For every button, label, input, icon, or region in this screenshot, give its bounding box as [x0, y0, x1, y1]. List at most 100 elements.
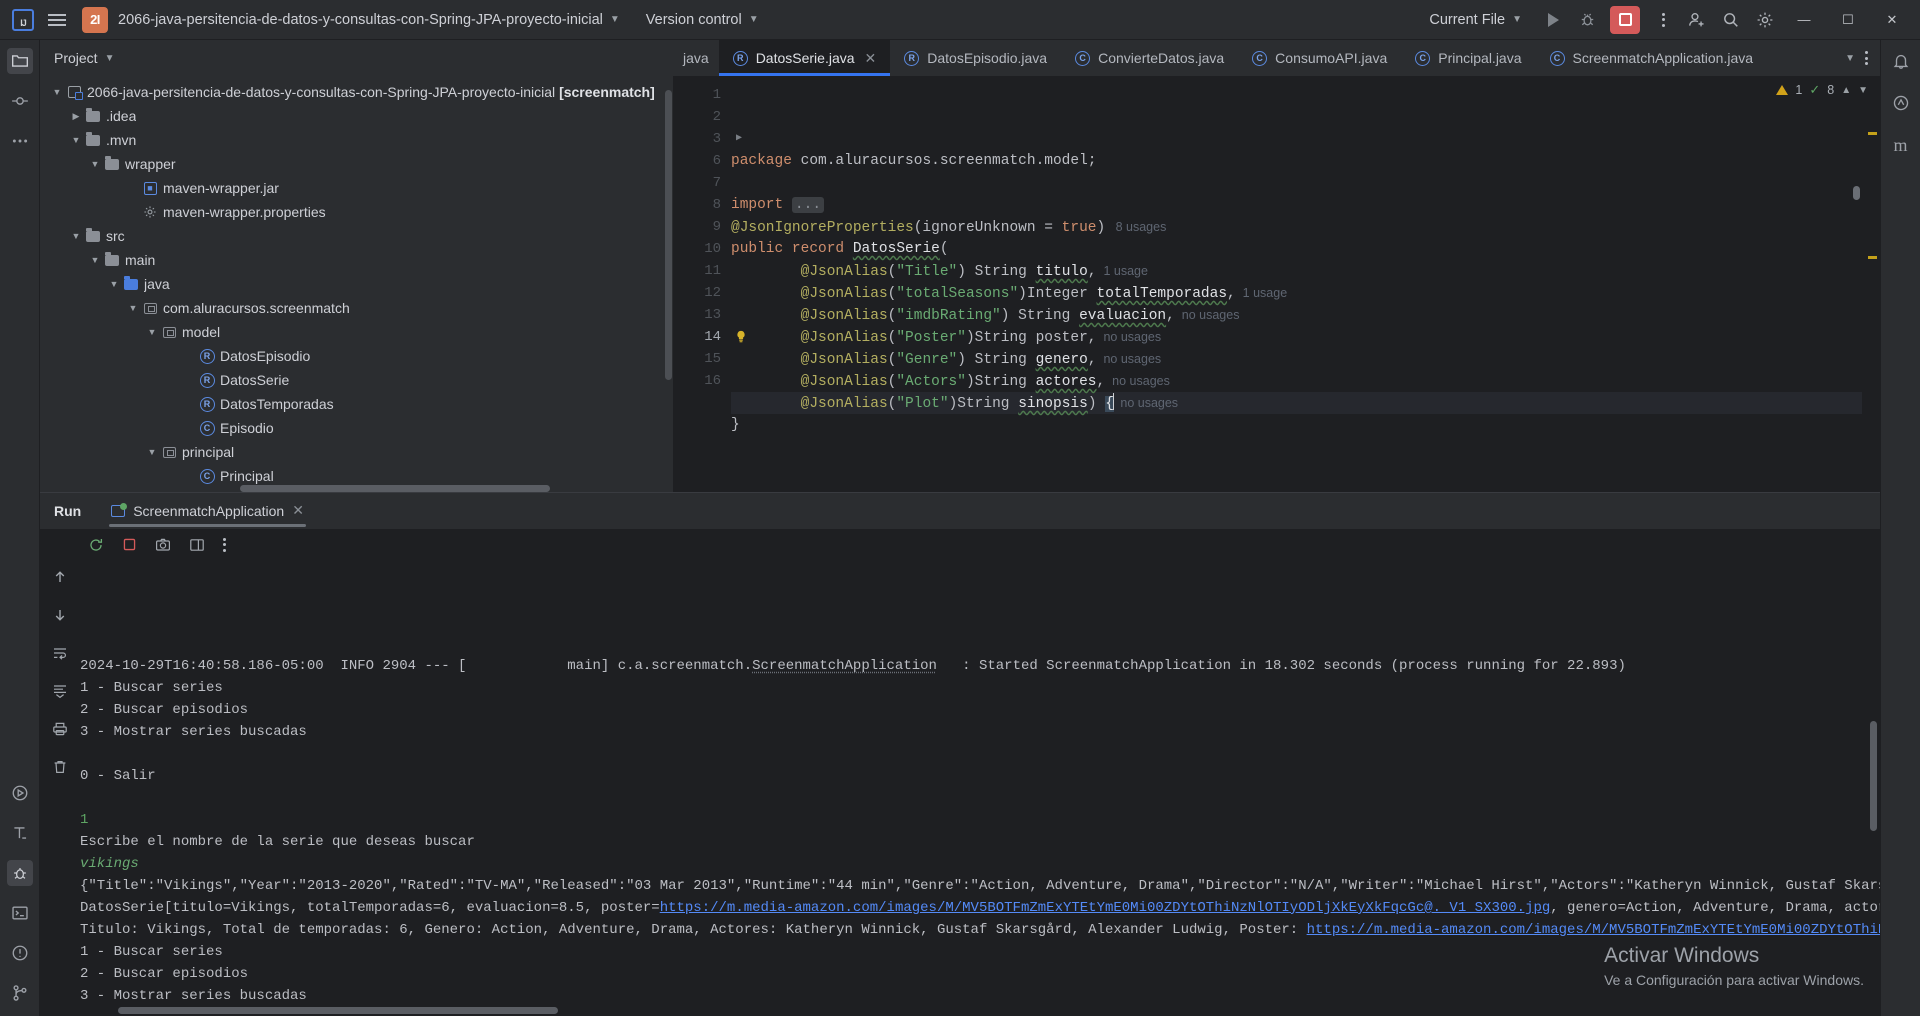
code-line[interactable]: @JsonAlias("Genre") String genero, no us… — [731, 348, 1862, 370]
code-line[interactable]: @JsonAlias("Actors")String actores, no u… — [731, 370, 1862, 392]
maximize-window-button[interactable]: ☐ — [1826, 1, 1870, 39]
code-line[interactable]: @JsonAlias("Poster")String poster, no us… — [731, 326, 1862, 348]
tree-node[interactable]: R DatosSerie — [40, 368, 673, 392]
main-menu-hamburger-icon[interactable] — [40, 5, 74, 35]
tree-node[interactable]: ▼ principal — [40, 440, 673, 464]
tree-chevron-right-icon[interactable]: ▶ — [69, 111, 83, 122]
maven-button[interactable]: m — [1888, 132, 1914, 158]
stop-run-button[interactable] — [122, 537, 137, 552]
tree-chevron-down-icon[interactable]: ▼ — [69, 135, 83, 145]
tree-node[interactable]: ▼ model — [40, 320, 673, 344]
tree-node[interactable]: ▼ main — [40, 248, 673, 272]
account-button[interactable] — [1680, 5, 1714, 35]
code-editor[interactable]: 1 2 3 ▶ 6 7 8 9 10 11 12 13 14 15 16 package com.alura… — [673, 76, 1880, 492]
print-button[interactable] — [52, 721, 68, 742]
project-tree[interactable]: ▼ 2066-java-persitencia-de-datos-y-consul… — [40, 76, 673, 492]
code-line[interactable]: package com.aluracursos.screenmatch.mode… — [731, 150, 1862, 172]
console-horizontal-scrollbar[interactable] — [118, 1007, 558, 1014]
rerun-button[interactable] — [88, 537, 104, 553]
scroll-down-button[interactable] — [52, 607, 68, 628]
soft-wrap-button[interactable] — [52, 645, 68, 666]
more-actions-button[interactable] — [1646, 5, 1680, 35]
tree-node[interactable]: C Episodio — [40, 416, 673, 440]
scroll-up-button[interactable] — [52, 569, 68, 590]
run-tool-button[interactable] — [7, 780, 33, 806]
editor-tab[interactable]: C ScreenmatchApplication.java — [1536, 40, 1768, 76]
more-tool-windows-button[interactable] — [7, 128, 33, 154]
tab-options-kebab-icon[interactable] — [1865, 51, 1868, 65]
editor-tab-partial[interactable]: java — [673, 40, 719, 76]
run-config-chevron-down-icon[interactable]: ▼ — [1512, 14, 1522, 25]
inspection-marker[interactable] — [1868, 256, 1877, 259]
problems-tool-button[interactable] — [7, 940, 33, 966]
gutter-line-number[interactable]: 16 — [673, 370, 731, 392]
gutter-line-number[interactable]: 8 — [673, 194, 731, 216]
clear-console-button[interactable] — [52, 759, 68, 780]
code-line[interactable] — [731, 436, 1862, 458]
tree-node[interactable]: ▼ wrapper — [40, 152, 673, 176]
tree-chevron-down-icon[interactable]: ▼ — [126, 303, 140, 313]
tree-node[interactable]: R DatosTemporadas — [40, 392, 673, 416]
run-more-button[interactable] — [223, 537, 226, 552]
gutter-line-number[interactable]: 1 — [673, 84, 731, 106]
gutter-line-number[interactable]: 15 — [673, 348, 731, 370]
tree-chevron-down-icon[interactable]: ▼ — [88, 159, 102, 169]
run-button[interactable] — [1536, 5, 1570, 35]
project-tool-button[interactable] — [6, 48, 33, 74]
editor-tab[interactable]: R DatosSerie.java ✕ — [718, 40, 891, 76]
code-line[interactable]: @JsonIgnoreProperties(ignoreUnknown = tr… — [731, 216, 1862, 238]
tree-node[interactable]: ▶ .idea — [40, 104, 673, 128]
project-panel-header[interactable]: Project ▼ — [40, 40, 673, 76]
inspection-summary[interactable]: 1 ✓ 8 ▲ ▼ — [1776, 82, 1868, 98]
inspection-strip[interactable] — [1862, 76, 1880, 492]
console-output[interactable]: 2024-10-29T16:40:58.186-05:00 INFO 2904 … — [80, 561, 1880, 1016]
gutter-line-number[interactable]: 9 — [673, 216, 731, 238]
tree-node[interactable]: maven-wrapper.properties — [40, 200, 673, 224]
project-vertical-scrollbar[interactable] — [665, 90, 672, 380]
run-tab-close-icon[interactable]: ✕ — [292, 502, 304, 519]
search-everywhere-button[interactable] — [1714, 5, 1748, 35]
code-line[interactable]: @JsonAlias("Plot")String sinopsis) { no … — [731, 392, 1862, 414]
editor-tab-close-icon[interactable]: ✕ — [865, 50, 877, 67]
gutter-line-number[interactable]: 10 — [673, 238, 731, 260]
version-control-label[interactable]: Version control — [646, 12, 742, 28]
code-line[interactable]: import ... — [731, 194, 1862, 216]
tree-node[interactable]: ▼ src — [40, 224, 673, 248]
gutter-line-number[interactable]: 3 ▶ — [673, 128, 742, 150]
gutter-line-number[interactable]: 12 — [673, 282, 731, 304]
console-vertical-scrollbar[interactable] — [1870, 720, 1877, 831]
code-line[interactable] — [731, 172, 1862, 194]
tree-node[interactable]: ■ maven-wrapper.jar — [40, 176, 673, 200]
tree-node[interactable]: ▼ com.aluracursos.screenmatch — [40, 296, 673, 320]
tree-chevron-down-icon[interactable]: ▼ — [69, 231, 83, 241]
close-window-button[interactable]: ✕ — [1870, 1, 1914, 39]
terminal-tool-button[interactable] — [7, 900, 33, 926]
inspection-prev-icon[interactable]: ▲ — [1841, 85, 1851, 96]
gutter-line-number[interactable]: 2 — [673, 106, 731, 128]
code-line[interactable]: public record DatosSerie( — [731, 238, 1862, 260]
project-panel-chevron-down-icon[interactable]: ▼ — [105, 53, 115, 64]
tree-chevron-down-icon[interactable]: ▼ — [88, 255, 102, 265]
debug-button[interactable] — [1570, 5, 1604, 35]
tree-chevron-down-icon[interactable]: ▼ — [107, 279, 121, 289]
editor-tab[interactable]: C Principal.java — [1401, 40, 1535, 76]
editor-tab-bar[interactable]: java R DatosSerie.java ✕ R DatosEpisodio.java… — [673, 40, 1880, 76]
git-branch-button[interactable] — [7, 980, 33, 1006]
inspection-marker[interactable] — [1868, 132, 1877, 135]
stop-button[interactable] — [1608, 5, 1642, 35]
tree-chevron-down-icon[interactable]: ▼ — [50, 87, 64, 97]
tree-chevron-down-icon[interactable]: ▼ — [145, 447, 159, 457]
tree-node[interactable]: ▼ 2066-java-persitencia-de-datos-y-consul… — [40, 80, 673, 104]
run-configuration-label[interactable]: Current File — [1429, 12, 1505, 28]
intellij-logo-icon[interactable]: IJ — [6, 5, 40, 35]
notifications-button[interactable] — [1888, 48, 1914, 74]
editor-vertical-scrollbar[interactable] — [1853, 186, 1860, 200]
debug-tool-button[interactable] — [6, 860, 33, 886]
settings-button[interactable] — [1748, 5, 1782, 35]
minimize-window-button[interactable]: — — [1782, 1, 1826, 39]
vcs-chevron-down-icon[interactable]: ▼ — [749, 14, 759, 25]
code-line[interactable]: @JsonAlias("imdbRating") String evaluaci… — [731, 304, 1862, 326]
ai-assistant-button[interactable] — [1888, 90, 1914, 116]
inspection-next-icon[interactable]: ▼ — [1858, 85, 1868, 96]
editor-tab[interactable]: C ConsumoAPI.java — [1238, 40, 1401, 76]
